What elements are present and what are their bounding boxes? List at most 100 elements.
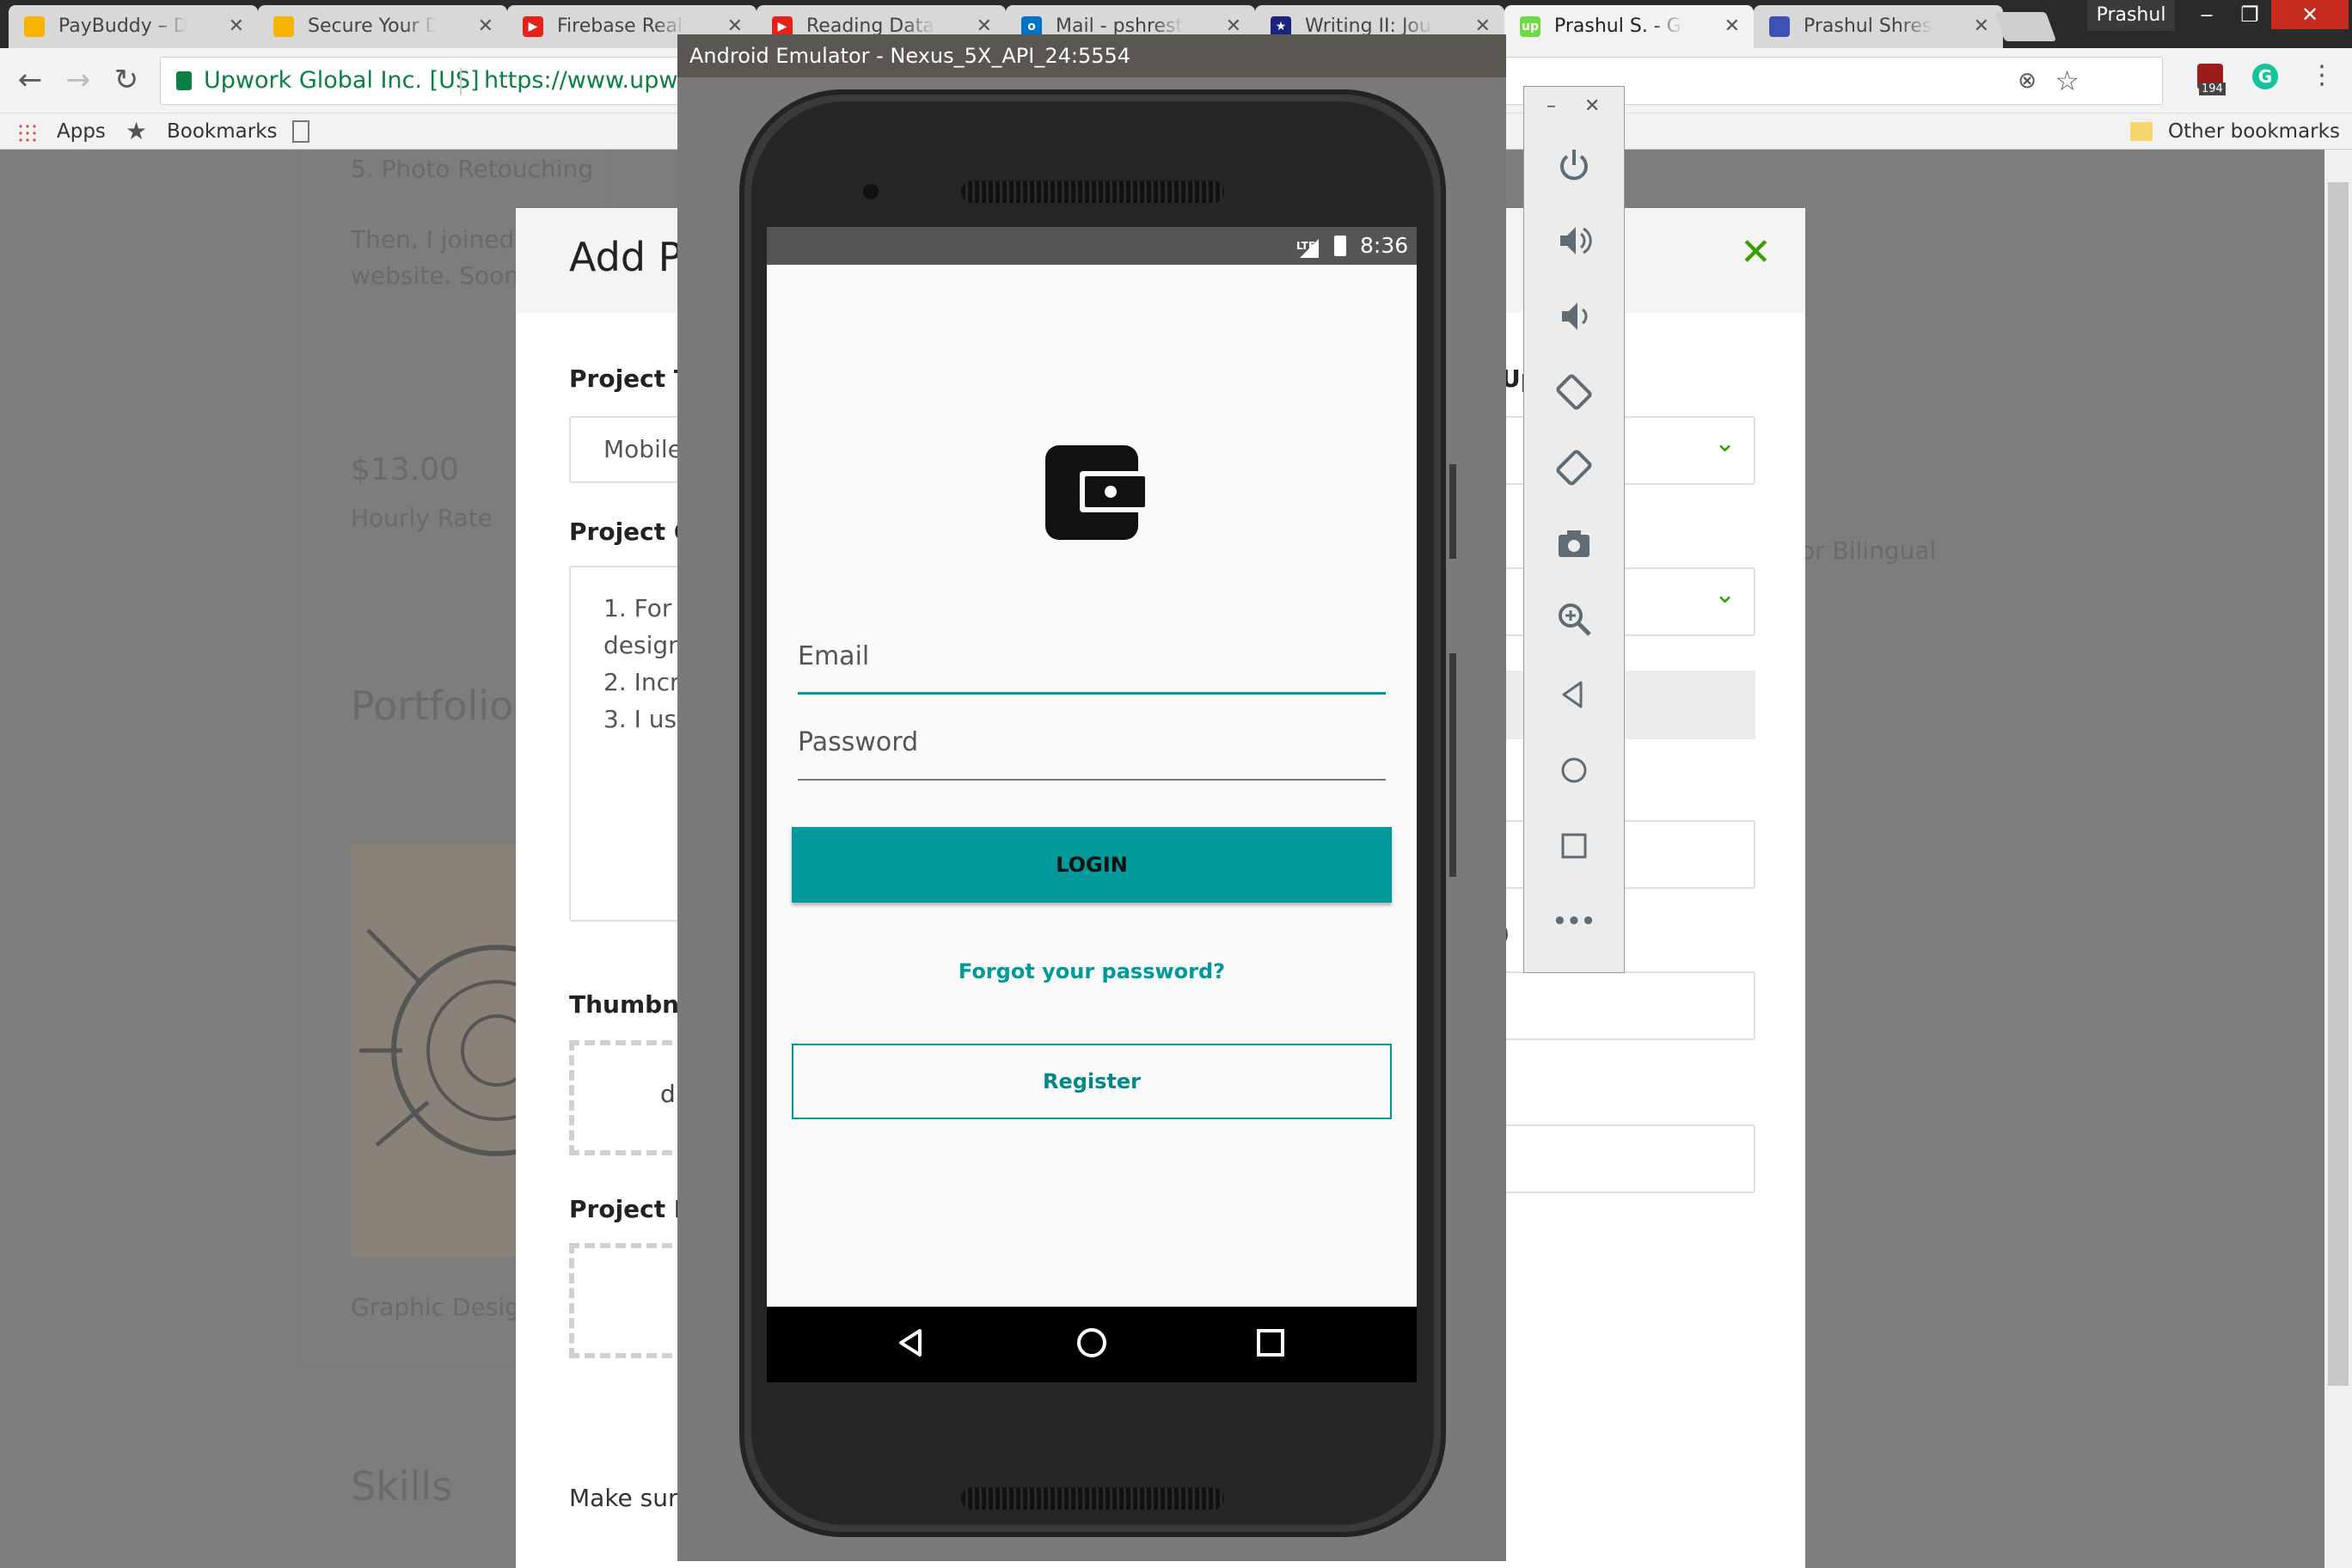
more-options-icon[interactable]: ••• [1541, 891, 1607, 952]
zoom-icon[interactable] [1541, 589, 1607, 649]
mandala-artwork [359, 928, 603, 1156]
forward-icon[interactable]: → [58, 60, 98, 100]
earpiece-speaker [961, 181, 1224, 203]
chevron-down-icon: ⌄ [1714, 428, 1736, 458]
phone-screen: LTE 8:36 Email Password LOGIN Forgot you… [767, 227, 1417, 1382]
tab-close-icon[interactable]: ✕ [229, 5, 244, 48]
upwork-icon: up [1520, 16, 1540, 37]
skills-heading: Skills [351, 1463, 453, 1510]
back-icon[interactable]: ← [10, 60, 50, 100]
back-icon[interactable] [1541, 665, 1607, 725]
status-time: 8:36 [1360, 233, 1409, 258]
page-icon[interactable] [292, 120, 309, 143]
overview-line: design [603, 631, 683, 659]
volume-up-icon[interactable] [1541, 211, 1607, 271]
site-icon [1769, 16, 1790, 37]
star-icon: ★ [126, 117, 148, 145]
battery-icon [1334, 236, 1346, 256]
firebase-icon [24, 16, 45, 37]
project-files-label: Project F [569, 1195, 691, 1223]
lock-icon [176, 71, 192, 90]
panel-minimize-button[interactable]: – [1547, 95, 1556, 117]
portfolio-thumbnail-image[interactable] [351, 844, 603, 1257]
bookmark-other[interactable]: Other bookmarks [2168, 113, 2340, 150]
phone-power-key [1449, 464, 1456, 559]
folder-icon [2130, 122, 2153, 141]
scrollbar-thumb[interactable] [2328, 182, 2349, 1386]
bg-paragraph: website. Soon [351, 261, 520, 290]
register-button[interactable]: Register [792, 1044, 1392, 1119]
make-sure-note: Make sure [569, 1484, 693, 1512]
project-title-label: Project T [569, 364, 690, 393]
portfolio-caption: Graphic Desig [351, 1293, 520, 1321]
chevron-down-icon: ⌄ [1714, 579, 1736, 609]
rotate-right-icon[interactable] [1541, 438, 1607, 498]
divider [460, 68, 462, 95]
close-icon[interactable]: ✕ [1740, 230, 1772, 274]
apps-grid-icon [17, 123, 36, 142]
reload-icon[interactable]: ↻ [107, 60, 146, 100]
back-nav-icon[interactable] [894, 1326, 928, 1360]
overview-icon[interactable] [1541, 816, 1607, 876]
url-text: https://www.upwo [484, 67, 692, 94]
language-level: or Bilingual [1800, 536, 1937, 565]
android-nav-bar [767, 1307, 1417, 1382]
tab-close-icon[interactable]: ✕ [1724, 5, 1740, 48]
forgot-password-link[interactable]: Forgot your password? [767, 959, 1417, 983]
volume-down-icon[interactable] [1541, 286, 1607, 346]
android-status-bar: LTE 8:36 [767, 227, 1417, 265]
thumbnail-label: Thumbna [569, 990, 696, 1019]
power-icon[interactable] [1541, 135, 1607, 195]
hourly-rate-value: $13.00 [351, 452, 459, 487]
phone-volume-key [1449, 653, 1456, 877]
browser-tab[interactable]: PayBuddy – Dat ✕ [9, 5, 258, 48]
star-icon[interactable]: ☆ [2055, 58, 2079, 104]
password-field[interactable]: Password [798, 727, 1386, 781]
profile-button[interactable]: Prashul [2087, 0, 2175, 31]
rotate-left-icon[interactable] [1541, 362, 1607, 422]
home-icon[interactable] [1541, 740, 1607, 800]
portfolio-heading: Portfolio [351, 683, 514, 729]
password-placeholder: Password [798, 727, 919, 757]
bg-list-item: 5. Photo Retouching [351, 155, 594, 183]
panel-close-button[interactable]: ✕ [1584, 95, 1600, 117]
email-field[interactable]: Email [798, 641, 1386, 695]
overview-line: 1. For [603, 594, 672, 622]
login-button[interactable]: LOGIN [792, 827, 1392, 903]
overview-line: 2. Incr [603, 668, 680, 696]
wallet-icon [1045, 445, 1145, 540]
signal-icon [1300, 239, 1319, 258]
modal-title: Add P [569, 234, 683, 280]
grammarly-icon[interactable]: G [2252, 64, 2278, 89]
menu-icon[interactable]: ⋮ [2309, 60, 2335, 90]
site-identity: Upwork Global Inc. [US] [204, 67, 480, 94]
restore-window-button[interactable]: ❐ [2228, 0, 2271, 29]
text-input[interactable] [1496, 1124, 1755, 1193]
ublock-extension-icon[interactable]: 194 [2197, 64, 2226, 95]
overview-line: 3. I us [603, 705, 677, 733]
emulator-title-bar[interactable]: Android Emulator - Nexus_5X_API_24:5554 [677, 34, 1506, 77]
translate-icon[interactable]: ⊗ [2018, 58, 2037, 104]
browser-tab-active[interactable]: up Prashul S. - Gra ✕ [1504, 5, 1754, 48]
extension-badge: 194 [2199, 83, 2226, 95]
tab-close-icon[interactable]: ✕ [478, 5, 493, 48]
youtube-icon: ▶ [523, 16, 543, 37]
minimize-window-button[interactable]: ‒ [2185, 0, 2228, 29]
text-input[interactable] [1496, 971, 1755, 1040]
browser-tab[interactable]: Prashul Shresth ✕ [1754, 5, 2003, 48]
project-overview-label: Project O [569, 518, 695, 546]
camera-icon[interactable] [1541, 513, 1607, 573]
front-camera-icon [863, 184, 879, 199]
recents-nav-icon[interactable] [1253, 1326, 1288, 1360]
emulator-controls-panel: – ✕ ••• [1523, 86, 1625, 973]
tab-close-icon[interactable]: ✕ [1974, 5, 1989, 48]
bookmark-bookmarks[interactable]: Bookmarks [167, 113, 278, 150]
home-nav-icon[interactable] [1075, 1326, 1109, 1360]
bg-paragraph: Then, I joined [351, 225, 515, 254]
hourly-rate-label: Hourly Rate [351, 504, 493, 532]
new-tab-button[interactable] [1994, 12, 2057, 41]
browser-tab[interactable]: Secure Your Da ✕ [258, 5, 507, 48]
bookmark-apps[interactable]: Apps [57, 113, 106, 150]
close-window-button[interactable]: ✕ [2271, 0, 2349, 29]
email-placeholder: Email [798, 641, 870, 671]
